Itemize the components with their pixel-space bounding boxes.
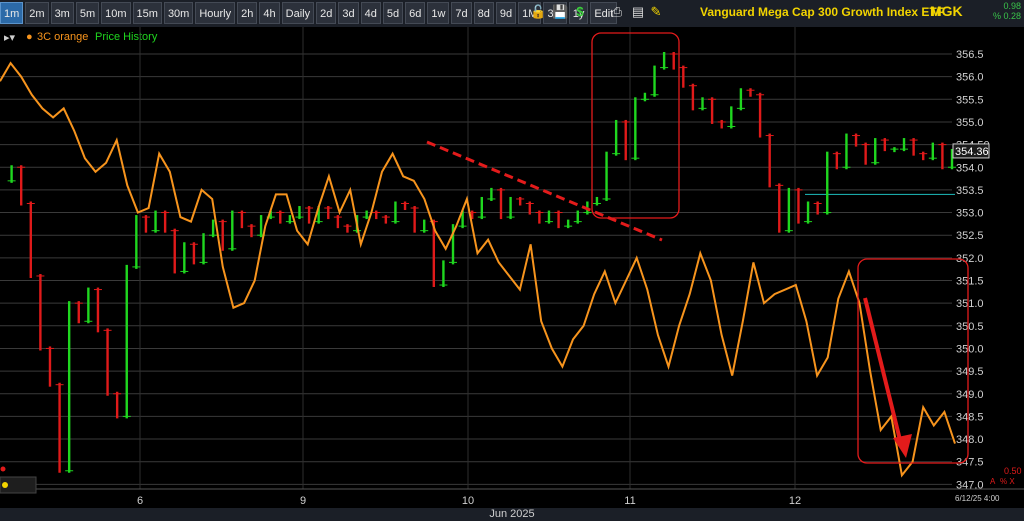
timeframe-9d[interactable]: 9d (495, 2, 517, 24)
timeframe-5m[interactable]: 5m (75, 2, 100, 24)
pencil-icon[interactable]: ✎ (648, 4, 664, 20)
y-tick-label: 354.0 (956, 162, 984, 174)
x-tick-label: 6 (137, 495, 143, 507)
timeframe-3m[interactable]: 3m (50, 2, 74, 24)
marker-dot (0, 466, 6, 472)
timeframe-1w[interactable]: 1w (427, 2, 450, 24)
symbol: MGK (930, 3, 963, 19)
x-tick-label: 10 (462, 495, 474, 507)
last-price-label: 354.36 (955, 146, 989, 158)
change-pct: % 0.28 (992, 11, 1021, 21)
x-tick-label: 12 (789, 495, 801, 507)
timeframe-hourly[interactable]: Hourly (195, 2, 236, 24)
y-tick-label: 350.0 (956, 343, 984, 355)
timeframe-2m[interactable]: 2m (25, 2, 49, 24)
timeframe-5d[interactable]: 5d (382, 2, 404, 24)
timeframe-2d[interactable]: 2d (316, 2, 337, 24)
price-chart: 356.5356.0355.5355.0354.50354.0353.5353.… (0, 27, 1024, 508)
y-tick-label: 356.5 (956, 49, 984, 61)
timeframe-7d[interactable]: 7d (451, 2, 472, 24)
y-tick-label: 348.5 (956, 411, 984, 423)
series-3c-orange (0, 61, 956, 478)
timeframe-30m[interactable]: 30m (163, 2, 194, 24)
y-tick-label: 351.5 (956, 276, 984, 288)
y-tick-label: 353.5 (956, 185, 984, 197)
lock-icon[interactable]: 🔓 (530, 4, 546, 20)
sub-label-a: A (990, 477, 996, 486)
layout-icon[interactable]: ▤ (630, 4, 646, 20)
timeframe-4h[interactable]: 4h (259, 2, 280, 24)
x-tick-label: 11 (624, 495, 635, 507)
y-tick-label: 349.0 (956, 389, 984, 401)
y-tick-label: 347.0 (956, 479, 984, 491)
timeframe-10m[interactable]: 10m (101, 2, 131, 24)
save-icon[interactable]: 💾 (552, 4, 568, 20)
y-tick-label: 355.0 (956, 117, 984, 129)
y-tick-label: 350.5 (956, 321, 984, 333)
y-tick-label: 349.5 (956, 366, 984, 378)
indicator-dot (2, 482, 8, 488)
y-tick-label: 353.0 (956, 208, 984, 220)
chart-title: Vanguard Mega Cap 300 Growth Index ETF (700, 5, 945, 19)
toolbar: 1m 2m 3m 5m 10m 15m 30m Hourly 2h 4h Daily 2d 3d 4d 5d… (0, 0, 1024, 27)
print-icon[interactable]: ⎙ (609, 4, 625, 20)
corner-date: 6/12/25 4:00 (955, 494, 1000, 503)
timeframe-8d[interactable]: 8d (473, 2, 494, 24)
y-tick-label: 348.0 (956, 434, 984, 446)
y-tick-label: 355.5 (956, 94, 984, 106)
timeframe-15m[interactable]: 15m (132, 2, 162, 24)
timeframe-daily[interactable]: Daily (281, 2, 315, 24)
timeframe-1m[interactable]: 1m (0, 2, 24, 24)
x-tick-label: 9 (300, 495, 306, 507)
timeframe-4d[interactable]: 4d (360, 2, 381, 24)
dollar-icon[interactable]: $ (572, 4, 588, 20)
y-tick-label: 352.5 (956, 230, 984, 242)
lower-pct-value: 0.50 (1004, 466, 1022, 476)
timeframe-2h[interactable]: 2h (237, 2, 258, 24)
x-axis-label: Jun 2025 (489, 508, 535, 520)
change-value: 0.98 (1003, 1, 1021, 11)
y-tick-label: 351.0 (956, 298, 984, 310)
timeframe-bar: 1m 2m 3m 5m 10m 15m 30m Hourly 2h 4h Daily 2d 3d 4d 5d… (0, 2, 619, 24)
timeframe-3d[interactable]: 3d (338, 2, 359, 24)
sub-label-pct: % X (1000, 477, 1015, 486)
timeframe-6d[interactable]: 6d (405, 2, 426, 24)
y-tick-label: 356.0 (956, 72, 984, 84)
